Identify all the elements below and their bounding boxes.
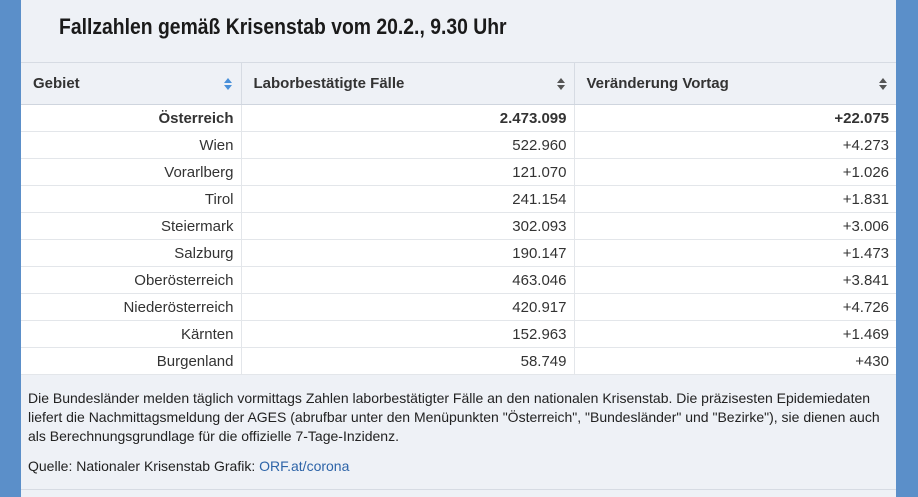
table-row: Kärnten 152.963 +1.469 (21, 320, 896, 348)
cell-faelle: 302.093 (241, 212, 575, 240)
column-header-gebiet[interactable]: Gebiet (21, 62, 242, 105)
cell-veraenderung: +1.831 (574, 185, 896, 213)
column-header-label: Laborbestätigte Fälle (253, 75, 405, 92)
cell-gebiet: Wien (21, 131, 242, 159)
table-row: Wien 522.960 +4.273 (21, 131, 896, 159)
cell-faelle: 152.963 (241, 320, 575, 348)
column-header-laborbestaetigte-faelle[interactable]: Laborbestätigte Fälle (241, 62, 575, 105)
table-row: Niederösterreich 420.917 +4.726 (21, 293, 896, 321)
cell-gebiet: Steiermark (21, 212, 242, 240)
column-header-label: Veränderung Vortag (586, 75, 729, 92)
table-row: Burgenland 58.749 +430 (21, 347, 896, 375)
cell-gebiet: Österreich (21, 104, 242, 132)
table-row: Salzburg 190.147 +1.473 (21, 239, 896, 267)
table-row: Vorarlberg 121.070 +1.026 (21, 158, 896, 186)
cell-gebiet: Burgenland (21, 347, 242, 375)
table-row: Steiermark 302.093 +3.006 (21, 212, 896, 240)
cell-faelle: 2.473.099 (241, 104, 575, 132)
cell-veraenderung: +1.473 (574, 239, 896, 267)
sort-icon[interactable] (223, 77, 232, 90)
cell-gebiet: Oberösterreich (21, 266, 242, 294)
cell-faelle: 190.147 (241, 239, 575, 267)
cell-veraenderung: +3.006 (574, 212, 896, 240)
sort-icon[interactable] (556, 77, 565, 90)
cell-gebiet: Vorarlberg (21, 158, 242, 186)
sort-icon[interactable] (879, 77, 887, 90)
cell-veraenderung: +1.026 (574, 158, 896, 186)
cell-gebiet: Niederösterreich (21, 293, 242, 321)
source-line: Quelle: Nationaler Krisenstab Grafik: OR… (28, 457, 349, 476)
cell-veraenderung: +430 (574, 347, 896, 375)
table-row-total: Österreich 2.473.099 +22.075 (21, 104, 896, 132)
source-prefix: Quelle: Nationaler Krisenstab Grafik: (28, 458, 260, 474)
table-row: Oberösterreich 463.046 +3.841 (21, 266, 896, 294)
case-table-panel: Fallzahlen gemäß Krisenstab vom 20.2., 9… (21, 0, 896, 497)
cell-faelle: 420.917 (241, 293, 575, 321)
column-header-veraenderung-vortag[interactable]: Veränderung Vortag (574, 62, 896, 105)
cell-veraenderung: +3.841 (574, 266, 896, 294)
cell-veraenderung: +1.469 (574, 320, 896, 348)
orf-corona-link[interactable]: ORF.at/corona (259, 458, 349, 474)
cell-faelle: 522.960 (241, 131, 575, 159)
cell-faelle: 241.154 (241, 185, 575, 213)
table-header-row: Gebiet Laborbestätigte Fälle Veränderung… (21, 62, 896, 105)
cell-faelle: 121.070 (241, 158, 575, 186)
cell-veraenderung: +4.726 (574, 293, 896, 321)
cell-veraenderung: +4.273 (574, 131, 896, 159)
cell-gebiet: Kärnten (21, 320, 242, 348)
page-title: Fallzahlen gemäß Krisenstab vom 20.2., 9… (59, 14, 507, 39)
cell-veraenderung: +22.075 (574, 104, 896, 132)
bottom-divider (21, 489, 896, 490)
table-row: Tirol 241.154 +1.831 (21, 185, 896, 213)
cell-faelle: 58.749 (241, 347, 575, 375)
footnote-text: Die Bundesländer melden täglich vormitta… (28, 390, 880, 444)
cell-gebiet: Salzburg (21, 239, 242, 267)
cell-gebiet: Tirol (21, 185, 242, 213)
column-header-label: Gebiet (33, 75, 80, 92)
case-table: Gebiet Laborbestätigte Fälle Veränderung… (21, 62, 896, 375)
cell-faelle: 463.046 (241, 266, 575, 294)
